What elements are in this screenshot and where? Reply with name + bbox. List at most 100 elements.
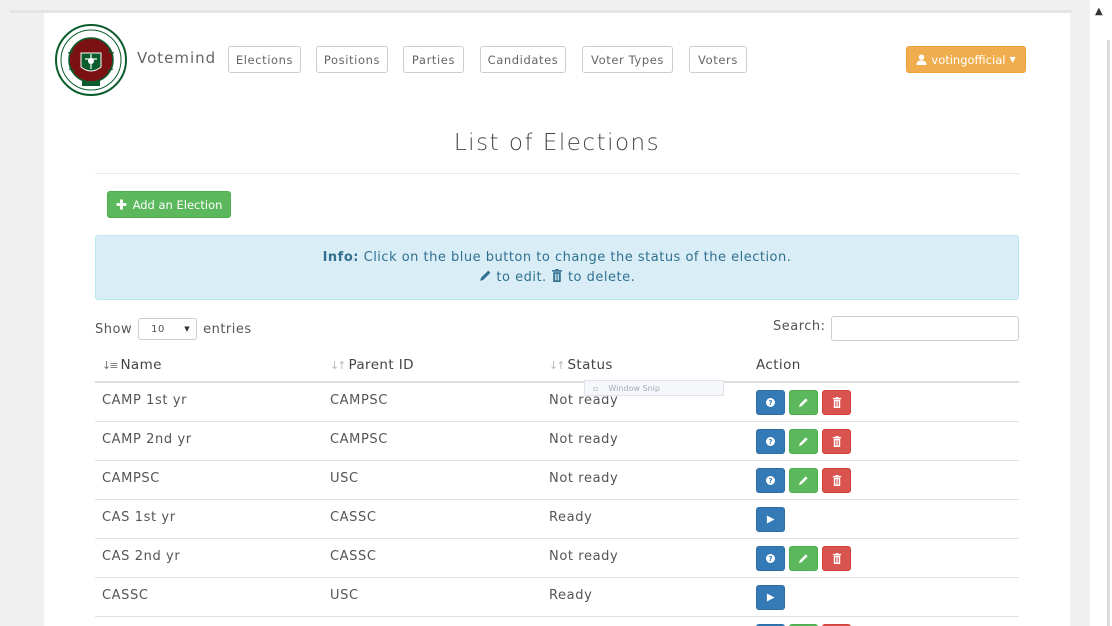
delete-button[interactable] — [822, 546, 851, 571]
info-delete-text: to delete. — [563, 270, 636, 285]
table-row: CAS 1st yr CASSC Ready — [95, 500, 1019, 539]
header-status[interactable]: ↓↑ Status — [549, 357, 613, 373]
user-menu-button[interactable]: votingofficial ▼ — [906, 46, 1026, 73]
header-parent-label: Parent ID — [348, 357, 414, 373]
cell-parent-id: CASSC — [330, 549, 377, 564]
info-strong: Info: — [322, 250, 359, 265]
window-snip-overlay: ▫ Window Snip — [584, 380, 724, 396]
search-label: Search: — [773, 319, 826, 334]
question-icon: ? — [766, 554, 775, 563]
nav-positions[interactable]: Positions — [316, 46, 388, 73]
cell-status: Not ready — [549, 549, 619, 564]
sort-icon: ↓↑ — [549, 358, 566, 372]
cell-status: Ready — [549, 588, 593, 603]
pencil-icon — [798, 476, 808, 486]
pencil-icon — [798, 437, 808, 447]
edit-button[interactable] — [789, 390, 818, 415]
caret-down-icon: ▼ — [184, 325, 191, 333]
page-title: List of Elections — [453, 130, 661, 156]
cell-status: Not ready — [549, 432, 619, 447]
start-button[interactable] — [756, 507, 785, 532]
delete-button[interactable] — [822, 390, 851, 415]
header-name[interactable]: ↓≡ Name — [102, 357, 162, 373]
row-actions: ? — [756, 468, 851, 493]
edit-button[interactable] — [789, 546, 818, 571]
trash-icon — [832, 553, 841, 564]
table-row: CASSC USC Ready — [95, 578, 1019, 617]
trash-icon — [552, 269, 563, 282]
brand-name: Votemind — [137, 49, 217, 67]
university-seal-logo — [55, 24, 127, 96]
edit-button[interactable] — [789, 429, 818, 454]
question-icon: ? — [766, 398, 775, 407]
cell-parent-id: USC — [330, 588, 359, 603]
sort-icon: ↓↑ — [330, 358, 347, 372]
cell-name: CAMP 1st yr — [102, 393, 188, 408]
page-scrollbar[interactable]: ▲ — [1090, 0, 1112, 626]
info-alert: Info: Click on the blue button to change… — [95, 235, 1019, 300]
cell-parent-id: USC — [330, 471, 359, 486]
show-label: Show — [95, 321, 133, 337]
cell-name: CAS 2nd yr — [102, 549, 181, 564]
nav-voters[interactable]: Voters — [689, 46, 747, 73]
entries-label: entries — [203, 321, 252, 337]
row-actions — [756, 507, 785, 532]
status-button[interactable]: ? — [756, 390, 785, 415]
info-line1: Click on the blue button to change the s… — [358, 250, 792, 265]
nav-parties[interactable]: Parties — [403, 46, 464, 73]
entries-select[interactable]: 10 ▼ — [138, 318, 198, 340]
add-election-button[interactable]: Add an Election — [107, 191, 231, 218]
edit-button[interactable] — [789, 468, 818, 493]
entries-value: 10 — [151, 323, 165, 335]
row-actions: ? — [756, 546, 851, 571]
start-button[interactable] — [756, 585, 785, 610]
sort-asc-icon: ↓≡ — [102, 358, 119, 372]
header-parent-id[interactable]: ↓↑ Parent ID — [330, 357, 414, 373]
scroll-up-icon[interactable]: ▲ — [1095, 6, 1103, 17]
cell-status: Ready — [549, 510, 593, 525]
status-button[interactable]: ? — [756, 546, 785, 571]
cell-parent-id: CASSC — [330, 510, 377, 525]
nav-candidates[interactable]: Candidates — [480, 46, 566, 73]
delete-button[interactable] — [822, 429, 851, 454]
cell-name: CAMPSC — [102, 471, 160, 486]
nav-elections[interactable]: Elections — [228, 46, 301, 73]
trash-icon — [832, 475, 841, 486]
nav-voter-types[interactable]: Voter Types — [582, 46, 673, 73]
header-name-label: Name — [120, 357, 162, 373]
entries-control: Show 10 ▼ entries — [95, 318, 252, 340]
main-panel: Votemind Elections Positions Parties Can… — [44, 13, 1070, 626]
table-row: CAMP 1st yr CAMPSC Not ready ? — [95, 383, 1019, 422]
user-name: votingofficial — [931, 52, 1006, 67]
snip-label: Window Snip — [608, 383, 660, 393]
row-actions: ? — [756, 429, 851, 454]
trash-icon — [832, 436, 841, 447]
plus-icon — [116, 199, 127, 210]
table-row: CAMP 2nd yr CAMPSC Not ready ? — [95, 422, 1019, 461]
user-icon — [916, 54, 927, 65]
play-icon — [766, 515, 775, 524]
play-icon — [766, 593, 775, 602]
header-status-label: Status — [567, 357, 613, 373]
question-icon: ? — [766, 476, 775, 485]
add-election-label: Add an Election — [132, 197, 223, 212]
cell-name: CASSC — [102, 588, 149, 603]
cell-parent-id: CAMPSC — [330, 432, 388, 447]
row-actions — [756, 585, 785, 610]
snip-icon: ▫ — [593, 383, 599, 393]
pencil-icon — [479, 270, 491, 281]
delete-button[interactable] — [822, 468, 851, 493]
question-icon: ? — [766, 437, 775, 446]
table-row: CAMPSC USC Not ready ? — [95, 461, 1019, 500]
pencil-icon — [798, 554, 808, 564]
status-button[interactable]: ? — [756, 468, 785, 493]
info-edit-text: to edit. — [491, 270, 552, 285]
search-input[interactable] — [831, 316, 1019, 341]
table-row: CAS 2nd yr CASSC Not ready ? — [95, 539, 1019, 578]
scrollbar-track[interactable] — [1107, 40, 1110, 626]
status-button[interactable]: ? — [756, 429, 785, 454]
caret-down-icon: ▼ — [1009, 55, 1016, 64]
cell-name: CAS 1st yr — [102, 510, 176, 525]
header-action-label: Action — [756, 357, 801, 373]
row-actions: ? — [756, 390, 851, 415]
